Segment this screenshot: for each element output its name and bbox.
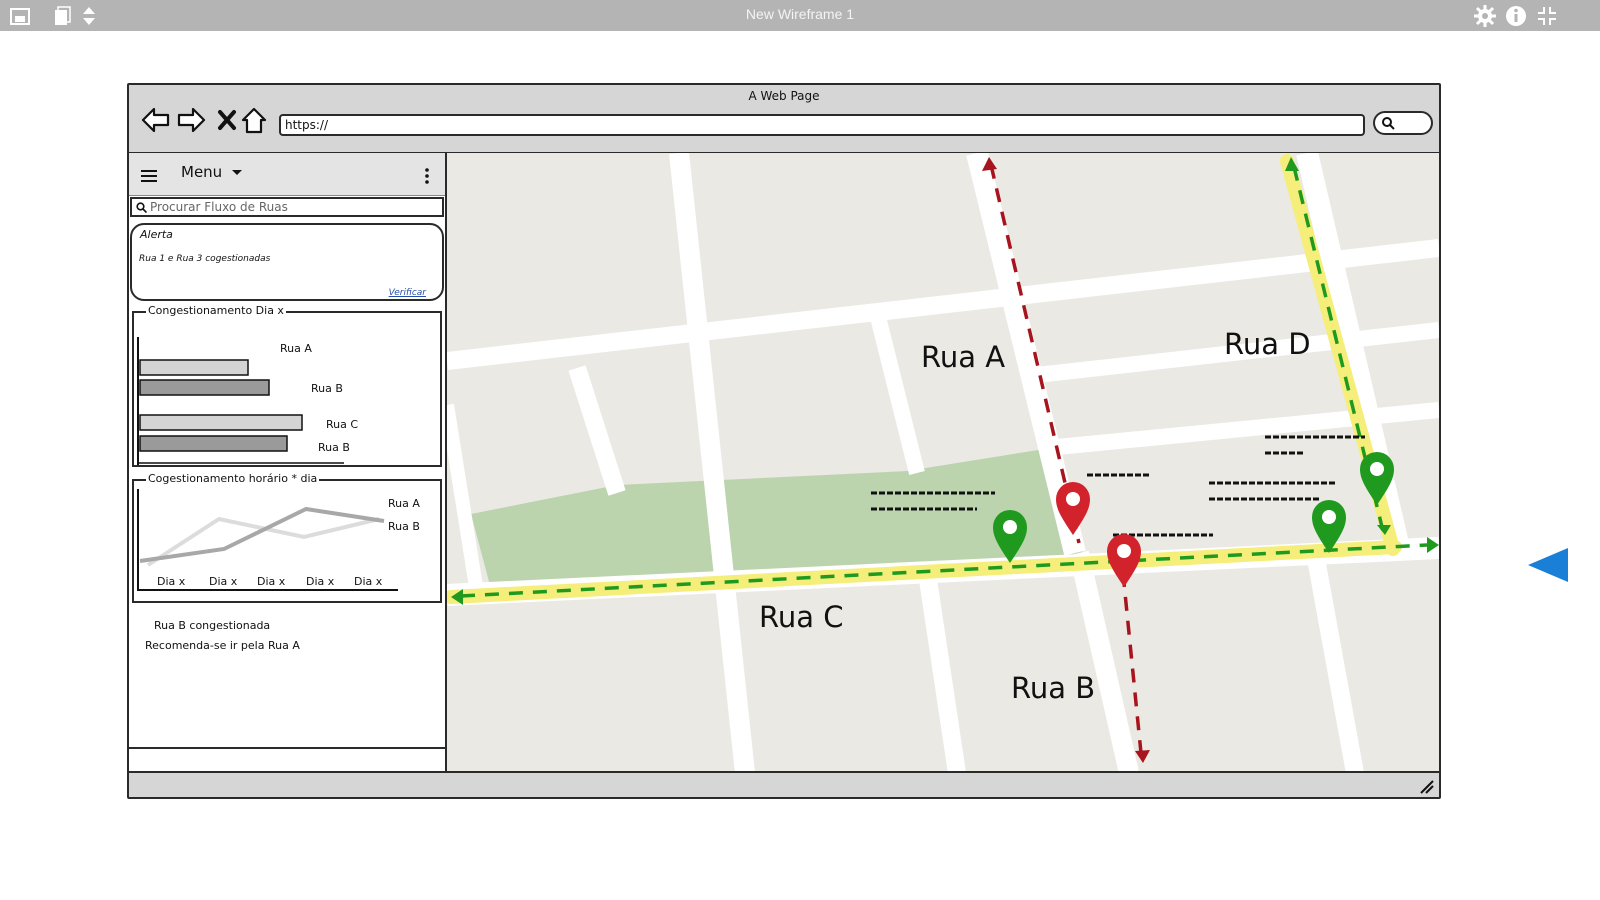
map-view[interactable]: Rua A Rua D Rua C Rua B (447, 153, 1439, 773)
sidebar-footer (129, 747, 445, 773)
road (1069, 550, 1139, 773)
bar-rua-b-2 (139, 435, 288, 452)
forward-arrow-icon[interactable] (176, 105, 206, 135)
bar-rua-a (139, 359, 249, 376)
address-bar[interactable]: https:// (279, 114, 1365, 136)
x-tick-label: Dia x (354, 575, 383, 588)
bar-rua-b (139, 379, 270, 396)
search-icon (1382, 117, 1395, 130)
back-arrow-icon[interactable] (141, 105, 171, 135)
street-label: Rua C (759, 600, 844, 634)
info-icon[interactable] (1504, 4, 1528, 28)
search-placeholder: Procurar Fluxo de Ruas (150, 200, 288, 214)
browser-chrome: A Web Page https:// (129, 85, 1439, 154)
series-light-line (146, 516, 380, 567)
browser-status-bar (129, 771, 1439, 797)
series-label: Rua B (388, 520, 420, 533)
alert-card: Alerta Rua 1 e Rua 3 cogestionadas Verif… (130, 223, 444, 301)
chevron-down-icon (231, 170, 242, 175)
street-label: Rua B (1011, 671, 1096, 705)
browser-window: A Web Page https:// Menu Procurar Fluxo … (127, 83, 1441, 799)
red-marker (1107, 534, 1141, 587)
road (1306, 551, 1364, 773)
menu-dropdown[interactable]: Menu (181, 163, 243, 181)
page-title: A Web Page (748, 89, 820, 103)
x-tick-label: Dia x (157, 575, 186, 588)
app-title: New Wireframe 1 (745, 6, 855, 22)
bar-label: Rua B (318, 441, 350, 454)
resize-grip-icon[interactable] (1417, 777, 1435, 795)
street-label: Rua D (1224, 327, 1311, 361)
note-line: Rua B congestionada (154, 619, 271, 632)
arrow-head (1135, 750, 1150, 763)
browser-search-field[interactable] (1373, 111, 1433, 135)
alert-message: Rua 1 e Rua 3 cogestionadas (139, 254, 271, 264)
more-vertical-icon[interactable] (424, 167, 430, 185)
street-search-input[interactable]: Procurar Fluxo de Ruas (130, 197, 444, 217)
street-label: Rua A (921, 340, 1006, 374)
collapse-icon[interactable] (1535, 4, 1559, 28)
bar-chart-panel: Congestionamento Dia x Rua A Rua B Rua C… (132, 304, 442, 467)
note-line: Recomenda-se ir pela Rua A (145, 639, 300, 652)
bar-label: Rua C (326, 418, 359, 431)
road (568, 365, 626, 496)
bar-label: Rua B (311, 382, 343, 395)
home-icon[interactable] (239, 105, 269, 135)
alert-title: Alerta (140, 228, 173, 241)
x-tick-label: Dia x (257, 575, 286, 588)
search-icon (136, 202, 147, 213)
hamburger-icon[interactable] (141, 169, 159, 183)
app-toolbar: New Wireframe 1 (0, 0, 1600, 31)
road (669, 153, 755, 773)
x-tick-label: Dia x (209, 575, 238, 588)
road (447, 403, 484, 595)
verify-link[interactable]: Verificar (389, 288, 426, 298)
menu-bar: Menu (129, 153, 445, 196)
menu-label: Menu (181, 163, 223, 181)
line-chart-panel: Cogestionamento horário * dia Rua A Rua … (132, 472, 442, 603)
map-canvas (447, 153, 1439, 773)
x-tick-label: Dia x (306, 575, 335, 588)
road (918, 571, 966, 773)
series-label: Rua A (388, 497, 420, 510)
gear-icon[interactable] (1473, 4, 1497, 28)
close-icon[interactable] (212, 105, 242, 135)
sidebar: Menu Procurar Fluxo de Ruas Alerta Rua 1… (129, 153, 447, 773)
bar-rua-c (139, 414, 303, 431)
road (869, 311, 925, 475)
bar-label: Rua A (280, 342, 312, 355)
bar-chart (137, 337, 344, 465)
series-dark-line (139, 506, 385, 563)
arrow-pointer-icon (1528, 548, 1568, 582)
